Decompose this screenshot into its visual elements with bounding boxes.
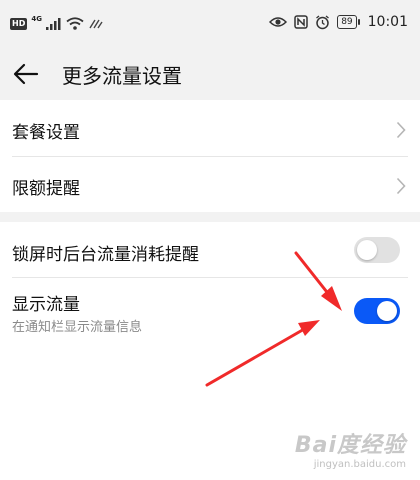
menu-item-label: 限额提醒 (12, 179, 80, 199)
menu-item-package-settings[interactable]: 套餐设置 (0, 104, 420, 156)
watermark-logo: Bai度经验 (294, 433, 406, 458)
section-gap (0, 212, 420, 222)
toggle-sublabel: 在通知栏显示流量信息 (12, 320, 143, 335)
chevron-right-icon (396, 121, 406, 139)
page-title: 更多流量设置 (62, 64, 182, 88)
chevron-right-icon (396, 177, 406, 195)
watermark: Bai度经验 jingyan.baidu.com (295, 427, 406, 470)
data-speed-icon (89, 19, 103, 28)
nfc-icon (294, 15, 308, 29)
back-button[interactable] (10, 58, 42, 90)
signal-icon (45, 17, 61, 30)
status-left: HD 4G (10, 14, 104, 30)
alarm-icon (316, 14, 330, 29)
app-bar: 更多流量设置 (0, 48, 420, 100)
battery-icon: 89 (337, 15, 361, 29)
wifi-icon (66, 17, 84, 30)
switch-knob (357, 240, 377, 260)
watermark-url: jingyan.baidu.com (313, 459, 406, 470)
menu-item-label: 套餐设置 (12, 123, 80, 143)
eye-icon (269, 17, 288, 27)
lockscreen-reminder-switch[interactable] (354, 237, 400, 263)
toggle-row-show-traffic: 显示流量 在通知栏显示流量信息 (0, 278, 420, 344)
status-time: 10:01 (367, 14, 408, 30)
arrow-left-icon (13, 63, 39, 85)
menu-item-quota-reminder[interactable]: 限额提醒 (0, 157, 420, 210)
network-tag: 4G (31, 14, 42, 23)
status-bar: HD 4G 89 10:01 (0, 0, 420, 48)
show-traffic-switch[interactable] (354, 298, 400, 324)
toggle-label: 锁屏时后台流量消耗提醒 (12, 245, 199, 265)
toggle-row-lockscreen-reminder: 锁屏时后台流量消耗提醒 (0, 222, 420, 277)
hd-badge: HD (10, 17, 28, 30)
switch-knob (377, 301, 397, 321)
toggle-label: 显示流量 (12, 295, 80, 315)
status-right: 89 10:01 (269, 14, 408, 30)
